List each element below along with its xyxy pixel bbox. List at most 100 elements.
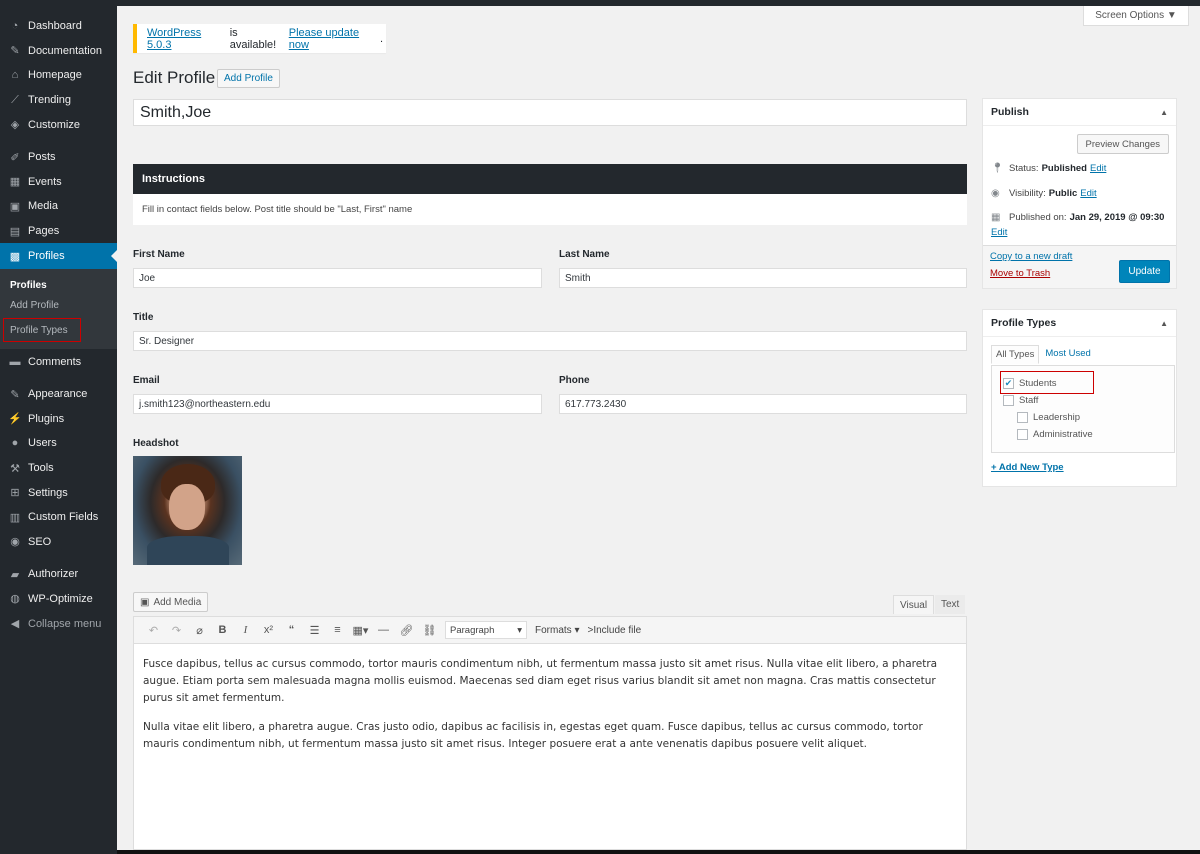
include-file-button[interactable]: >Include file <box>587 625 641 636</box>
add-profile-button[interactable]: Add Profile <box>217 69 280 88</box>
italic-icon[interactable]: I <box>234 620 257 640</box>
add-new-type-link[interactable]: + Add New Type <box>991 462 1064 473</box>
admin-sidebar: ◔ Dashboard ✎ Documentation ⌂ Homepage ⟋ Tre… <box>0 0 117 854</box>
formats-menu[interactable]: Formats ▾ <box>535 625 579 636</box>
headshot-image[interactable] <box>133 456 242 565</box>
profile-types-tabs: All Types Most Used <box>991 345 1095 364</box>
submenu-item-profile-types[interactable]: Profile Types <box>3 318 81 343</box>
checkbox-leadership[interactable]: Leadership <box>1017 412 1080 423</box>
tab-visual[interactable]: Visual <box>893 595 935 614</box>
title-label: Title <box>133 312 154 323</box>
submenu-item-profiles[interactable]: Profiles <box>0 277 117 297</box>
pen-icon: ✎ <box>10 45 20 58</box>
publish-heading[interactable]: Publish ▲ <box>983 99 1176 126</box>
undo-icon[interactable]: ↶ <box>142 620 165 640</box>
checkbox-students[interactable]: ✔ Students <box>1003 378 1057 389</box>
notice-text: is available! <box>229 26 277 51</box>
page-icon: ▤ <box>9 225 21 238</box>
editor-paragraph: Fusce dapibus, tellus ac cursus commodo,… <box>143 658 938 704</box>
superscript-icon[interactable]: x² <box>257 620 280 640</box>
sidebar-item-homepage[interactable]: ⌂ Homepage <box>0 63 117 88</box>
tab-most-used[interactable]: Most Used <box>1041 345 1094 364</box>
visibility-row: ◉ Visibility: Public Edit <box>991 188 1097 199</box>
editor-body[interactable]: Fusce dapibus, tellus ac cursus commodo,… <box>133 644 967 850</box>
sidebar-item-plugins[interactable]: ⚡ Plugins <box>0 407 117 432</box>
users-icon: ● <box>11 437 19 450</box>
screen-options-button[interactable]: Screen Options ▼ <box>1083 6 1189 26</box>
collapse-icon: ◀ <box>10 618 20 631</box>
update-button[interactable]: Update <box>1119 260 1170 283</box>
sidebar-item-events[interactable]: ▦ Events <box>0 170 117 195</box>
paragraph-format-select[interactable]: Paragraph ▾ <box>445 621 527 639</box>
sidebar-item-appearance[interactable]: ✎ Appearance <box>0 382 117 407</box>
checkbox-staff[interactable]: Staff <box>1003 395 1038 406</box>
preview-changes-button[interactable]: Preview Changes <box>1076 134 1169 154</box>
bulleted-list-icon[interactable]: ☰ <box>303 620 326 640</box>
home-icon: ⌂ <box>11 69 19 82</box>
sidebar-item-profiles[interactable]: ▩ Profiles <box>0 243 117 270</box>
dashboard-icon: ◔ <box>11 20 19 33</box>
wrench-icon: ⚒ <box>10 462 20 475</box>
sidebar-item-pages[interactable]: ▤ Pages <box>0 219 117 244</box>
profile-icon: ▩ <box>9 250 21 263</box>
update-now-link[interactable]: Please update now <box>289 27 380 51</box>
clear-formatting-icon[interactable]: ⌀ <box>188 620 211 640</box>
edit-date-link[interactable]: Edit <box>991 227 1007 238</box>
comment-icon: ▬ <box>9 355 21 368</box>
calendar-icon: ▦ <box>9 176 21 189</box>
sidebar-item-documentation[interactable]: ✎ Documentation <box>0 39 117 64</box>
sidebar-item-authorizer[interactable]: ▰ Authorizer <box>0 562 117 587</box>
checkbox-administrative[interactable]: Administrative <box>1017 429 1093 440</box>
profile-types-heading[interactable]: Profile Types ▲ <box>983 310 1176 337</box>
plugin-icon: ⚡ <box>8 413 22 426</box>
sidebar-item-comments[interactable]: ▬ Comments <box>0 349 117 374</box>
move-to-trash-link[interactable]: Move to Trash <box>990 268 1050 279</box>
redo-icon[interactable]: ↷ <box>165 620 188 640</box>
horizontal-line-icon[interactable]: — <box>372 620 395 640</box>
wordpress-version-link[interactable]: WordPress 5.0.3 <box>147 27 227 51</box>
title-field[interactable]: Sr. Designer <box>133 331 967 351</box>
caret-down-icon: ▼ <box>1166 10 1177 21</box>
tab-text[interactable]: Text <box>935 595 966 614</box>
sidebar-item-media[interactable]: ▣ Media <box>0 194 117 219</box>
calendar-icon: ▦ <box>991 212 1001 223</box>
collapse-menu-button[interactable]: ◀ Collapse menu <box>0 611 117 636</box>
sidebar-item-wp-optimize[interactable]: ◍ WP-Optimize <box>0 587 117 612</box>
phone-field[interactable]: 617.773.2430 <box>559 394 967 414</box>
sidebar-item-settings[interactable]: ⊞ Settings <box>0 480 117 505</box>
editor-paragraph: Nulla vitae elit libero, a pharetra augu… <box>143 721 923 750</box>
blockquote-icon[interactable]: “ <box>280 620 303 640</box>
link-icon[interactable]: 🔗︎ <box>395 620 418 640</box>
eye-icon: ◉ <box>991 188 1000 199</box>
sidebar-item-customize[interactable]: ◈ Customize <box>0 112 117 137</box>
last-name-field[interactable]: Smith <box>559 268 967 288</box>
fields-icon: ▥ <box>9 511 21 524</box>
publishing-actions: Copy to a new draft Move to Trash Update <box>983 245 1176 288</box>
phone-label: Phone <box>559 375 590 386</box>
first-name-field[interactable]: Joe <box>133 268 542 288</box>
copy-to-draft-link[interactable]: Copy to a new draft <box>990 251 1072 262</box>
submenu-item-add-profile[interactable]: Add Profile <box>0 297 117 317</box>
sidebar-item-dashboard[interactable]: ◔ Dashboard <box>0 14 117 39</box>
sidebar-item-posts[interactable]: ✐ Posts <box>0 145 117 170</box>
published-on-row: ▦ Published on: Jan 29, 2019 @ 09:30 <box>991 212 1165 223</box>
unlink-icon[interactable]: ⛓︎ <box>418 620 441 640</box>
sidebar-item-users[interactable]: ● Users <box>0 431 117 456</box>
collapse-toggle-icon[interactable]: ▲ <box>1160 319 1168 328</box>
edit-visibility-link[interactable]: Edit <box>1080 188 1096 199</box>
numbered-list-icon[interactable]: ≡ <box>326 620 349 640</box>
tab-all-types[interactable]: All Types <box>991 345 1040 364</box>
add-media-button[interactable]: ▣ Add Media <box>133 592 209 612</box>
sidebar-item-seo[interactable]: ◉ SEO <box>0 530 117 555</box>
post-title-input[interactable]: Smith,Joe <box>133 99 967 126</box>
sidebar-item-custom-fields[interactable]: ▥ Custom Fields <box>0 505 117 530</box>
sidebar-item-tools[interactable]: ⚒ Tools <box>0 456 117 481</box>
bold-icon[interactable]: B <box>211 620 234 640</box>
sidebar-item-trending[interactable]: ⟋ Trending <box>0 88 117 113</box>
checkmark-icon: ✔ <box>1003 378 1014 389</box>
page-title: Edit Profile <box>133 68 216 87</box>
table-icon[interactable]: ▦▾ <box>349 620 372 640</box>
email-field[interactable]: j.smith123@northeastern.edu <box>133 394 542 414</box>
collapse-toggle-icon[interactable]: ▲ <box>1160 108 1168 117</box>
edit-status-link[interactable]: Edit <box>1090 163 1106 174</box>
